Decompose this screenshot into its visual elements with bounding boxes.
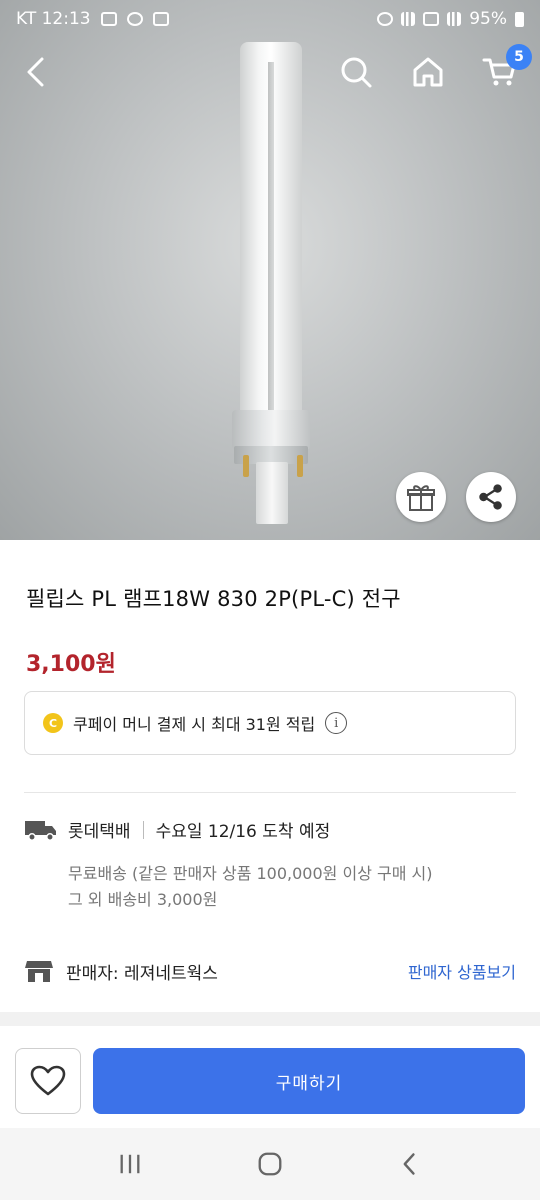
free-shipping-note: 무료배송 (같은 판매자 상품 100,000원 이상 구매 시) — [68, 864, 433, 883]
truck-icon — [25, 820, 56, 841]
gallery-icon — [100, 12, 117, 26]
product-image[interactable] — [0, 0, 540, 540]
chart-search-icon — [152, 12, 169, 26]
lamp-split — [268, 62, 274, 422]
store-icon — [25, 961, 53, 982]
gift-icon — [407, 485, 435, 511]
search-button[interactable] — [334, 50, 378, 94]
point-reward-box: C 쿠페이 머니 결제 시 최대 31원 적립 i — [24, 691, 516, 755]
share-icon — [479, 484, 502, 510]
product-title: 필립스 PL 램프18W 830 2P(PL-C) 전구 — [26, 587, 401, 611]
talk-icon — [126, 12, 143, 26]
separator — [142, 820, 144, 839]
share-button[interactable] — [466, 472, 516, 522]
battery-icon — [515, 11, 524, 27]
section-gap — [0, 1012, 540, 1026]
divider — [24, 792, 516, 793]
back-system-icon — [403, 1153, 415, 1175]
coin-icon: C — [43, 713, 63, 733]
lamp-base — [232, 410, 310, 450]
shipping-carrier: 롯데택배 — [68, 822, 131, 842]
lamp-pin — [243, 455, 249, 477]
back-icon — [27, 57, 44, 87]
home-circle-icon — [258, 1152, 282, 1176]
product-price: 3,100원 — [26, 652, 116, 677]
gift-button[interactable] — [396, 472, 446, 522]
wishlist-button[interactable] — [15, 1048, 81, 1114]
status-bar: KT 12:13 95% — [0, 0, 540, 38]
seller-products-link[interactable]: 판매자 상품보기 — [408, 959, 516, 983]
seller-row: 판매자: 레져네트웍스 판매자 상품보기 — [24, 958, 516, 984]
back-button[interactable] — [14, 50, 58, 94]
system-nav-bar — [0, 1128, 540, 1200]
signal-icon — [447, 12, 462, 26]
back-system-button[interactable] — [390, 1144, 430, 1184]
heart-icon — [30, 1065, 66, 1096]
alarm-icon — [377, 12, 394, 26]
recent-apps-icon — [120, 1154, 140, 1174]
home-button[interactable] — [406, 50, 450, 94]
carrier-time: KT 12:13 — [16, 9, 91, 29]
lamp-plug — [256, 462, 288, 524]
info-icon[interactable]: i — [325, 712, 348, 734]
cart-count-badge: 5 — [506, 44, 532, 70]
battery-level: 95% — [469, 9, 507, 29]
shipping-eta: 수요일 12/16 도착 예정 — [155, 822, 331, 842]
recent-apps-button[interactable] — [110, 1144, 150, 1184]
seller-name: 판매자: 레져네트웍스 — [66, 963, 218, 984]
shipping-row: 롯데택배 수요일 12/16 도착 예정 — [24, 817, 330, 842]
home-system-button[interactable] — [250, 1144, 290, 1184]
buy-button[interactable]: 구매하기 — [93, 1048, 525, 1114]
wifi-icon — [401, 12, 416, 26]
point-reward-text: 쿠페이 머니 결제 시 최대 31원 적립 — [73, 715, 316, 734]
lamp-pin — [297, 455, 303, 477]
home-icon — [413, 57, 443, 87]
shipping-fee-note: 그 외 배송비 3,000원 — [68, 890, 218, 909]
hd-icon — [423, 12, 440, 26]
search-icon — [341, 57, 372, 88]
